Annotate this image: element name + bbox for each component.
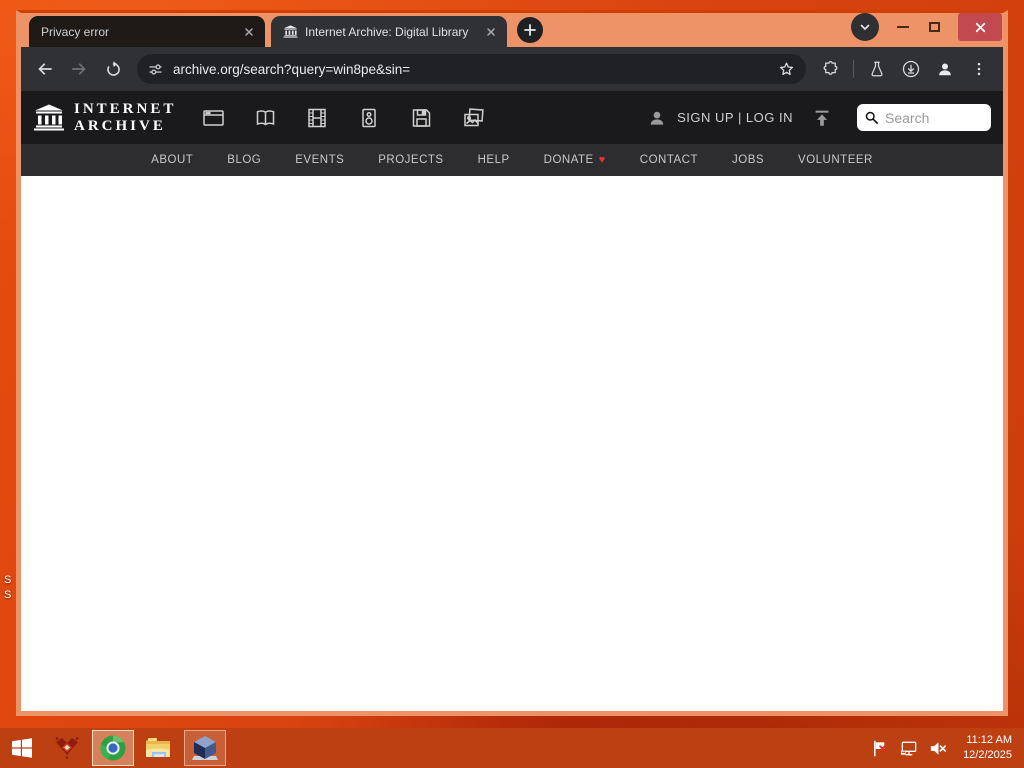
window-controls	[851, 10, 1003, 44]
nav-donate[interactable]: DONATE ♥	[544, 154, 606, 166]
puzzle-icon	[823, 60, 837, 75]
file-explorer-icon	[146, 738, 170, 757]
desktop-icon-label-fragment: S	[4, 574, 12, 586]
close-icon	[975, 22, 985, 32]
system-tray: 11:12 AM 12/2/2025	[870, 733, 1024, 763]
minimize-icon	[897, 26, 909, 28]
nav-contact[interactable]: CONTACT	[640, 154, 698, 166]
taskbar-clock[interactable]: 11:12 AM 12/2/2025	[963, 733, 1012, 763]
browser-window: Privacy error Internet Archive: Digital …	[16, 10, 1008, 716]
red-app-taskbar-button[interactable]	[46, 730, 88, 766]
back-icon	[38, 63, 52, 75]
tab-title: Privacy error	[41, 24, 110, 39]
site-info-icon[interactable]	[147, 61, 164, 78]
file-explorer-taskbar-button[interactable]	[138, 730, 180, 766]
tab-internet-archive[interactable]: Internet Archive: Digital Library	[271, 16, 507, 47]
signup-login-link[interactable]: SIGN UP | LOG IN	[677, 110, 793, 125]
nav-events[interactable]: EVENTS	[295, 154, 344, 166]
reload-icon	[106, 60, 120, 76]
tab-close-icon[interactable]	[482, 23, 499, 40]
ia-search-box[interactable]	[857, 104, 991, 131]
search-icon	[865, 111, 878, 124]
forward-icon	[72, 63, 86, 75]
tab-title: Internet Archive: Digital Library	[305, 24, 469, 39]
url-text: archive.org/search?query=win8pe&sin=	[173, 61, 411, 77]
video-icon[interactable]	[302, 103, 332, 133]
new-tab-button[interactable]	[517, 17, 543, 43]
browser-toolbar: archive.org/search?query=win8pe&sin=	[21, 47, 1003, 91]
ia-search-input[interactable]	[885, 109, 984, 126]
web-icon[interactable]	[198, 103, 228, 133]
forward-button[interactable]	[63, 53, 95, 85]
ia-logo[interactable]: INTERNET ARCHIVE	[33, 101, 176, 134]
back-button[interactable]	[29, 53, 61, 85]
bookmark-star-icon[interactable]	[777, 60, 796, 79]
tab-search-button[interactable]	[851, 13, 879, 41]
maximize-icon	[929, 22, 940, 32]
profile-button[interactable]	[929, 53, 961, 85]
tab-favicon-archive-icon	[283, 25, 298, 38]
nav-help[interactable]: HELP	[478, 154, 510, 166]
address-bar[interactable]: archive.org/search?query=win8pe&sin=	[137, 54, 806, 84]
virtualbox-taskbar-button[interactable]	[184, 730, 226, 766]
close-window-button[interactable]	[958, 13, 1002, 41]
ia-header-right: SIGN UP | LOG IN	[647, 104, 991, 131]
texts-icon[interactable]	[250, 103, 280, 133]
three-dot-menu-icon	[977, 62, 981, 76]
downloads-button[interactable]	[895, 53, 927, 85]
nav-projects[interactable]: PROJECTS	[378, 154, 443, 166]
volume-muted-icon[interactable]	[928, 738, 948, 758]
tab-strip: Privacy error Internet Archive: Digital …	[21, 13, 1003, 47]
person-icon	[650, 111, 664, 125]
ia-header: INTERNET ARCHIVE SIGN UP | LOG IN Search	[21, 91, 1003, 144]
tab-privacy-error[interactable]: Privacy error	[29, 16, 265, 47]
browser-menu-button[interactable]	[963, 53, 995, 85]
chevron-down-icon	[860, 24, 870, 31]
extensions-button[interactable]	[814, 53, 846, 85]
start-icon	[12, 738, 32, 758]
minimize-button[interactable]	[893, 20, 913, 34]
clock-date: 12/2/2025	[963, 749, 1012, 761]
clock-time: 11:12 AM	[966, 734, 1012, 747]
plus-icon	[524, 24, 536, 36]
software-icon[interactable]	[406, 103, 436, 133]
nav-jobs[interactable]: JOBS	[732, 154, 764, 166]
ia-logo-text: INTERNET ARCHIVE	[74, 101, 177, 134]
heart-icon: ♥	[598, 154, 606, 166]
ia-building-icon	[34, 104, 64, 131]
action-center-flag-icon[interactable]	[870, 738, 890, 758]
toolbar-separator	[853, 60, 854, 78]
beaker-icon	[871, 61, 883, 77]
nav-volunteer[interactable]: VOLUNTEER	[798, 154, 873, 166]
desktop-icon-label-fragment: S	[4, 589, 12, 601]
maximize-button[interactable]	[927, 18, 942, 36]
nav-about[interactable]: ABOUT	[151, 154, 193, 166]
media-type-icons	[198, 103, 488, 133]
reload-button[interactable]	[97, 53, 129, 85]
tab-close-icon[interactable]	[240, 23, 257, 40]
nav-blog[interactable]: BLOG	[227, 154, 261, 166]
page-content	[21, 176, 1003, 711]
start-button[interactable]	[0, 728, 44, 768]
download-icon	[902, 60, 920, 78]
audio-icon[interactable]	[354, 103, 384, 133]
virtualbox-icon	[192, 736, 218, 760]
upload-icon[interactable]	[811, 107, 833, 129]
images-icon[interactable]	[458, 103, 488, 133]
ia-nav-bar: ABOUT BLOG EVENTS PROJECTS HELP DONATE ♥ …	[21, 144, 1003, 176]
network-icon[interactable]	[899, 738, 919, 758]
chrome-icon	[100, 735, 126, 761]
profile-avatar-icon	[939, 63, 951, 76]
taskbar: 11:12 AM 12/2/2025	[0, 728, 1024, 768]
chrome-taskbar-button[interactable]	[92, 730, 134, 766]
experiments-button[interactable]	[861, 53, 893, 85]
red-app-icon	[55, 737, 79, 759]
